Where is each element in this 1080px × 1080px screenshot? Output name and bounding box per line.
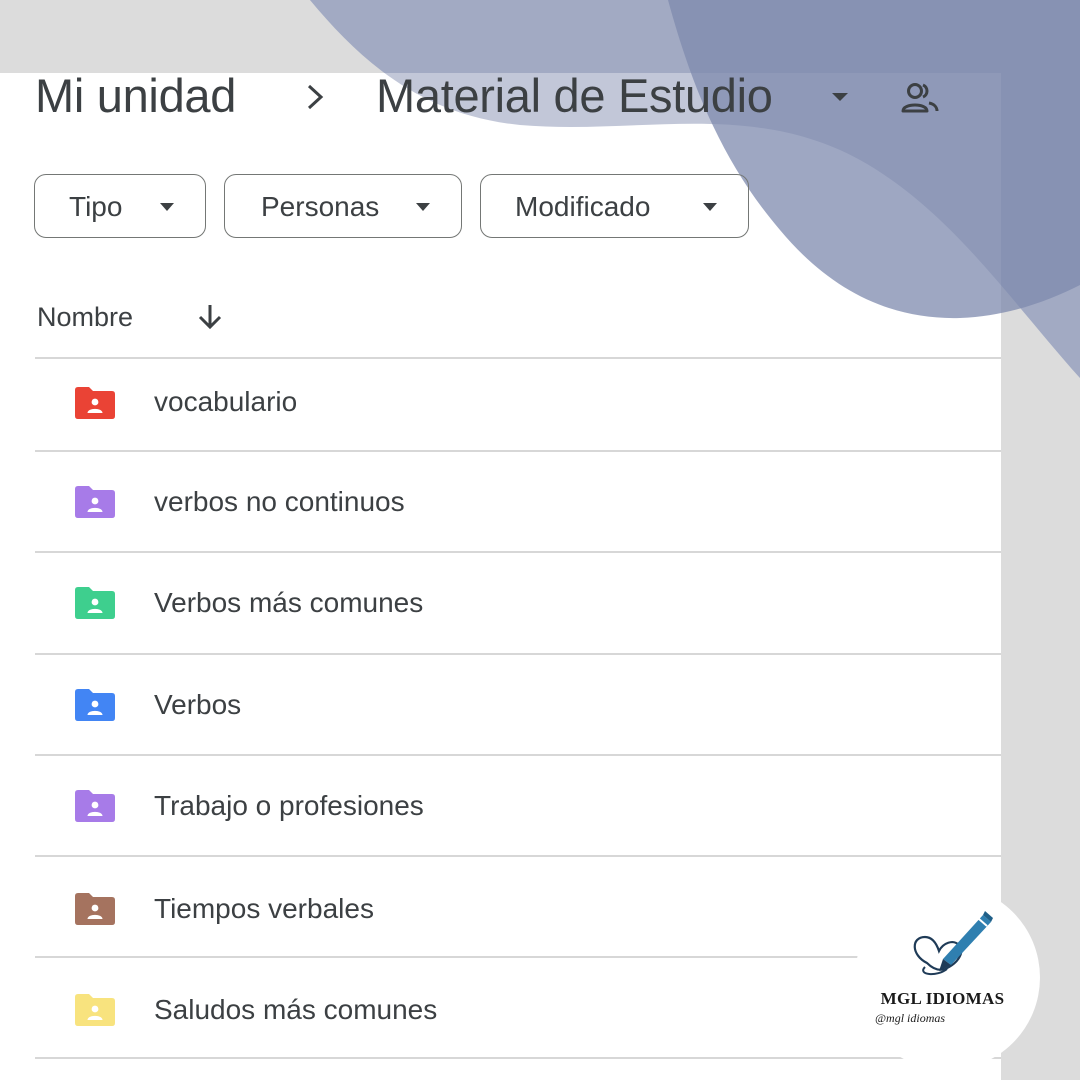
list-item[interactable]: Tiempos verbales xyxy=(35,855,1001,956)
row-divider xyxy=(35,551,1001,553)
caret-down-icon[interactable] xyxy=(830,90,850,104)
shared-folder-icon xyxy=(75,486,115,518)
file-name: vocabulario xyxy=(154,386,298,417)
shared-folder-icon xyxy=(75,689,115,721)
file-name: Verbos más comunes xyxy=(154,587,424,618)
file-name: Trabajo o profesiones xyxy=(154,790,424,821)
row-divider xyxy=(35,653,1001,655)
brand-name: MGL IDIOMAS xyxy=(880,989,1005,1008)
filter-chip-label: Modificado xyxy=(515,191,651,222)
file-name: verbos no continuos xyxy=(154,486,405,517)
filter-chip-tipo[interactable]: Tipo xyxy=(34,174,206,238)
shared-folder-icon xyxy=(75,587,115,619)
pen-heart-icon xyxy=(913,911,993,975)
chevron-right-icon xyxy=(307,84,324,110)
row-divider xyxy=(35,450,1001,452)
caret-down-icon xyxy=(703,203,717,211)
filter-chip-label: Tipo xyxy=(69,191,123,222)
shared-folder-icon xyxy=(75,893,115,925)
filter-chip-modificado[interactable]: Modificado xyxy=(480,174,749,238)
file-name: Tiempos verbales xyxy=(154,893,374,924)
shared-folder-icon xyxy=(75,790,115,822)
row-divider xyxy=(35,357,1001,359)
breadcrumb-root[interactable]: Mi unidad xyxy=(35,68,236,123)
row-divider xyxy=(35,1057,1001,1059)
caret-down-icon xyxy=(416,203,430,211)
brand-handle: @mgl idiomas xyxy=(875,1011,946,1025)
shared-folder-icon xyxy=(75,387,115,419)
caret-down-icon xyxy=(160,203,174,211)
arrow-down-icon[interactable] xyxy=(196,302,224,332)
file-name: Saludos más comunes xyxy=(154,994,438,1025)
breadcrumb-current-folder[interactable]: Material de Estudio xyxy=(376,68,773,123)
list-item[interactable]: vocabulario xyxy=(35,357,1001,458)
row-divider xyxy=(35,855,1001,857)
filter-chip-personas[interactable]: Personas xyxy=(224,174,462,238)
list-item[interactable]: Trabajo o profesiones xyxy=(35,754,1001,855)
list-item[interactable]: verbos no continuos xyxy=(35,450,1001,551)
list-item[interactable]: Verbos más comunes xyxy=(35,551,1001,652)
file-name: Verbos xyxy=(154,689,242,720)
list-item[interactable]: Verbos xyxy=(35,653,1001,754)
filter-chip-label: Personas xyxy=(261,191,380,222)
column-header-name[interactable]: Nombre xyxy=(37,302,133,333)
brand-logo: MGL IDIOMAS @mgl idiomas xyxy=(855,885,1040,1070)
people-icon[interactable] xyxy=(900,80,940,116)
row-divider xyxy=(35,754,1001,756)
shared-folder-icon xyxy=(75,994,115,1026)
